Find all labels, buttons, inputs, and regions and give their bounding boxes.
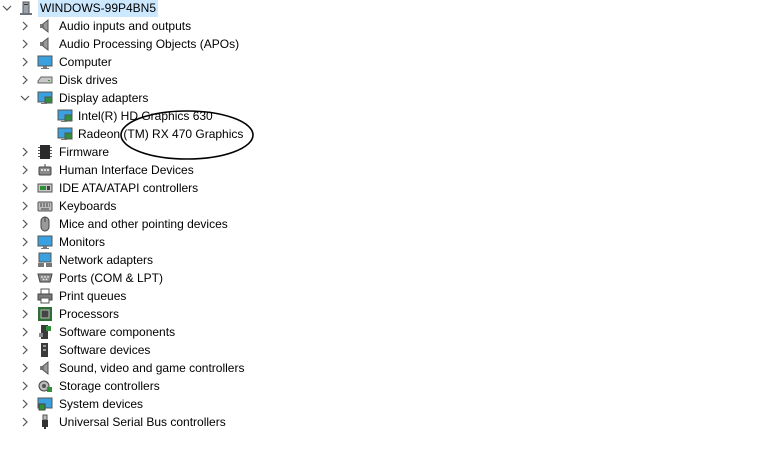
category-print-queues[interactable]: Print queues (0, 287, 260, 305)
category-storage-controllers[interactable]: Storage controllers (0, 377, 260, 395)
category-usb-controllers[interactable]: Universal Serial Bus controllers (0, 413, 260, 431)
category-system-devices[interactable]: System devices (0, 395, 260, 413)
software-device-icon (37, 342, 53, 358)
category-label: Human Interface Devices (59, 163, 194, 177)
chevron-right-icon[interactable] (20, 323, 30, 341)
category-label: Display adapters (59, 91, 149, 105)
tree-root[interactable]: WINDOWS-99P4BN5 (0, 0, 200, 17)
monitor-icon (37, 54, 53, 70)
speaker-icon (37, 360, 53, 376)
category-disk-drives[interactable]: Disk drives (0, 71, 260, 89)
category-network-adapters[interactable]: Network adapters (0, 251, 260, 269)
chevron-right-icon[interactable] (20, 251, 30, 269)
computer-icon (18, 0, 34, 16)
category-processors[interactable]: Processors (0, 305, 260, 323)
category-label: Software components (59, 325, 176, 339)
chevron-right-icon[interactable] (20, 215, 30, 233)
system-device-icon (37, 396, 53, 412)
chevron-right-icon[interactable] (20, 359, 30, 377)
category-ide-controllers[interactable]: IDE ATA/ATAPI controllers (0, 179, 260, 197)
category-software-components[interactable]: Software components (0, 323, 260, 341)
mouse-icon (37, 216, 53, 232)
chevron-right-icon[interactable] (20, 17, 30, 35)
chevron-right-icon[interactable] (20, 395, 30, 413)
display-adapter-icon (57, 126, 73, 142)
chevron-right-icon[interactable] (20, 341, 30, 359)
software-component-icon (37, 324, 53, 340)
category-label: Universal Serial Bus controllers (59, 415, 226, 429)
device-label: Radeon (TM) RX 470 Graphics (78, 127, 244, 141)
category-label: Sound, video and game controllers (59, 361, 245, 375)
category-audio-inputs[interactable]: Audio inputs and outputs (0, 17, 260, 35)
category-keyboards[interactable]: Keyboards (0, 197, 260, 215)
chevron-down-icon[interactable] (2, 0, 12, 17)
chevron-right-icon[interactable] (20, 269, 30, 287)
category-label: Keyboards (59, 199, 117, 213)
chevron-right-icon[interactable] (20, 71, 30, 89)
category-label: Firmware (59, 145, 109, 159)
storage-controller-icon (37, 378, 53, 394)
disk-drive-icon (37, 72, 53, 88)
category-firmware[interactable]: Firmware (0, 143, 260, 161)
device-tree: WINDOWS-99P4BN5 Audio inputs and outputs… (0, 0, 767, 450)
chevron-right-icon[interactable] (20, 143, 30, 161)
speaker-icon (37, 36, 53, 52)
usb-icon (37, 414, 53, 430)
category-label: System devices (59, 397, 144, 411)
category-label: Audio inputs and outputs (59, 19, 192, 33)
category-monitors[interactable]: Monitors (0, 233, 260, 251)
category-computer[interactable]: Computer (0, 53, 260, 71)
category-label: Print queues (59, 289, 127, 303)
chevron-down-icon[interactable] (20, 89, 30, 107)
chevron-right-icon[interactable] (20, 305, 30, 323)
device-radeon-rx-470[interactable]: Radeon (TM) RX 470 Graphics (0, 125, 260, 143)
monitor-icon (37, 234, 53, 250)
chevron-right-icon[interactable] (20, 35, 30, 53)
category-mice[interactable]: Mice and other pointing devices (0, 215, 260, 233)
network-adapter-icon (37, 252, 53, 268)
chevron-right-icon[interactable] (20, 287, 30, 305)
root-label: WINDOWS-99P4BN5 (38, 0, 159, 17)
category-label: IDE ATA/ATAPI controllers (59, 181, 199, 195)
device-intel-hd-graphics[interactable]: Intel(R) HD Graphics 630 (0, 107, 260, 125)
display-adapter-icon (57, 108, 73, 124)
category-audio-processing[interactable]: Audio Processing Objects (APOs) (0, 35, 260, 53)
display-adapter-icon (37, 90, 53, 106)
printer-icon (37, 288, 53, 304)
hid-icon (37, 162, 53, 178)
category-label: Network adapters (59, 253, 154, 267)
speaker-icon (37, 18, 53, 34)
category-label: Computer (59, 55, 112, 69)
keyboard-icon (37, 198, 53, 214)
firmware-chip-icon (37, 144, 53, 160)
chevron-right-icon[interactable] (20, 413, 30, 431)
category-label: Processors (59, 307, 120, 321)
category-ports[interactable]: Ports (COM & LPT) (0, 269, 260, 287)
category-label: Mice and other pointing devices (59, 217, 228, 231)
category-sound-video-game[interactable]: Sound, video and game controllers (0, 359, 260, 377)
category-software-devices[interactable]: Software devices (0, 341, 260, 359)
category-label: Audio Processing Objects (APOs) (59, 37, 240, 51)
processor-icon (37, 306, 53, 322)
chevron-right-icon[interactable] (20, 161, 30, 179)
category-display-adapters[interactable]: Display adapters (0, 89, 260, 107)
category-label: Software devices (59, 343, 151, 357)
category-label: Ports (COM & LPT) (59, 271, 164, 285)
category-label: Monitors (59, 235, 106, 249)
port-icon (37, 270, 53, 286)
category-label: Storage controllers (59, 379, 160, 393)
ide-controller-icon (37, 180, 53, 196)
device-label: Intel(R) HD Graphics 630 (78, 109, 213, 123)
chevron-right-icon[interactable] (20, 233, 30, 251)
category-label: Disk drives (59, 73, 118, 87)
chevron-right-icon[interactable] (20, 377, 30, 395)
chevron-right-icon[interactable] (20, 53, 30, 71)
chevron-right-icon[interactable] (20, 197, 30, 215)
chevron-right-icon[interactable] (20, 179, 30, 197)
category-human-interface-devices[interactable]: Human Interface Devices (0, 161, 260, 179)
